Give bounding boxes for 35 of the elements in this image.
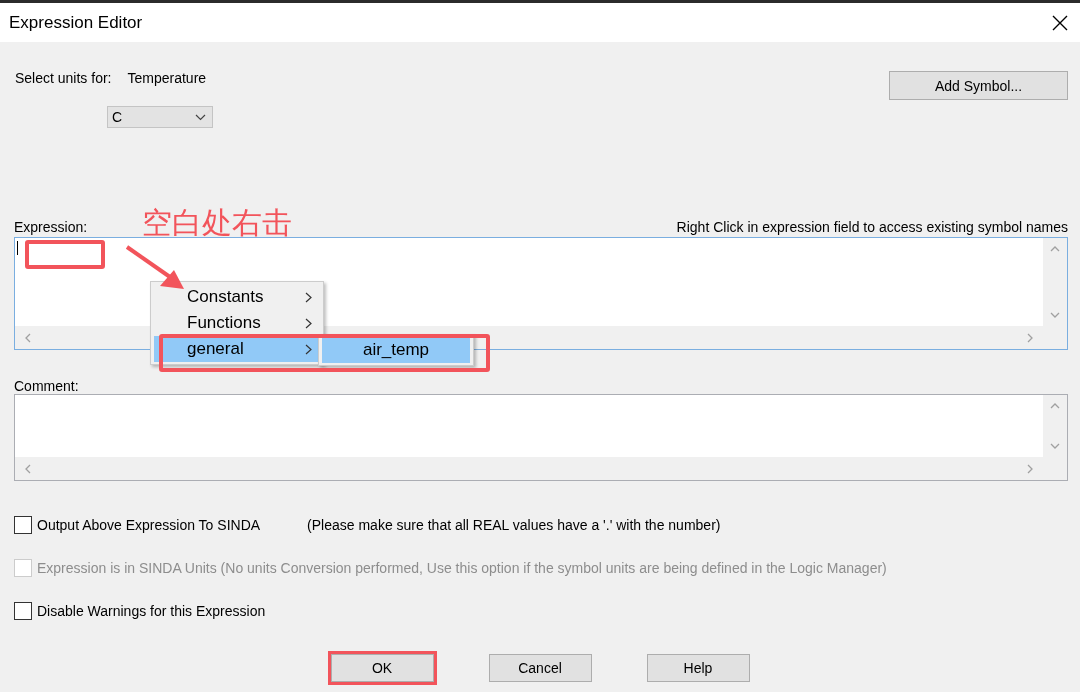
scroll-down-icon[interactable] xyxy=(1050,441,1060,451)
chevron-down-icon xyxy=(195,113,206,121)
hint-text: Right Click in expression field to access existing symbol names xyxy=(676,219,1068,235)
scroll-left-icon[interactable] xyxy=(23,332,33,343)
comment-label: Comment: xyxy=(14,378,80,394)
checkbox[interactable] xyxy=(14,602,32,620)
option-label: Output Above Expression To SINDA xyxy=(37,517,261,533)
close-icon[interactable] xyxy=(1052,14,1068,31)
dialog-button[interactable]: Help xyxy=(646,654,750,682)
scroll-left-icon[interactable] xyxy=(23,463,33,474)
option-label: Expression is in SINDA Units (No units Conversion performed, Use this option if the symbol units are being defined in the Logic Manager) xyxy=(37,560,887,576)
expression-label: Expression: xyxy=(14,219,88,235)
add-symbol-button[interactable]: Add Symbol... xyxy=(889,71,1068,100)
dialog-button[interactable]: OK xyxy=(330,654,434,682)
scroll-right-icon[interactable] xyxy=(1025,332,1035,343)
checkbox[interactable] xyxy=(14,516,32,534)
units-label: Select units for: xyxy=(15,70,112,86)
units-dropdown[interactable]: C xyxy=(107,106,213,128)
scroll-right-icon[interactable] xyxy=(1025,463,1035,474)
menu-item[interactable]: Functions xyxy=(154,310,320,336)
chevron-right-icon xyxy=(305,291,312,303)
annotation-text: 空白处右击 xyxy=(142,204,292,242)
dialog-button[interactable]: Cancel xyxy=(488,654,592,682)
scroll-up-icon[interactable] xyxy=(1050,244,1060,254)
quantity-label: Temperature xyxy=(127,70,207,86)
comment-field[interactable] xyxy=(14,394,1068,481)
window-title: Expression Editor xyxy=(9,12,143,33)
chevron-right-icon xyxy=(305,343,312,355)
option-label: Disable Warnings for this Expression xyxy=(37,603,266,619)
scroll-down-icon[interactable] xyxy=(1050,310,1060,320)
menu-item[interactable]: Constants xyxy=(154,284,320,310)
scroll-up-icon[interactable] xyxy=(1050,401,1060,411)
chevron-right-icon xyxy=(305,317,312,329)
menu-item[interactable]: air_temp xyxy=(322,337,470,363)
option-note: (Please make sure that all REAL values have a '.' with the number) xyxy=(307,517,721,533)
